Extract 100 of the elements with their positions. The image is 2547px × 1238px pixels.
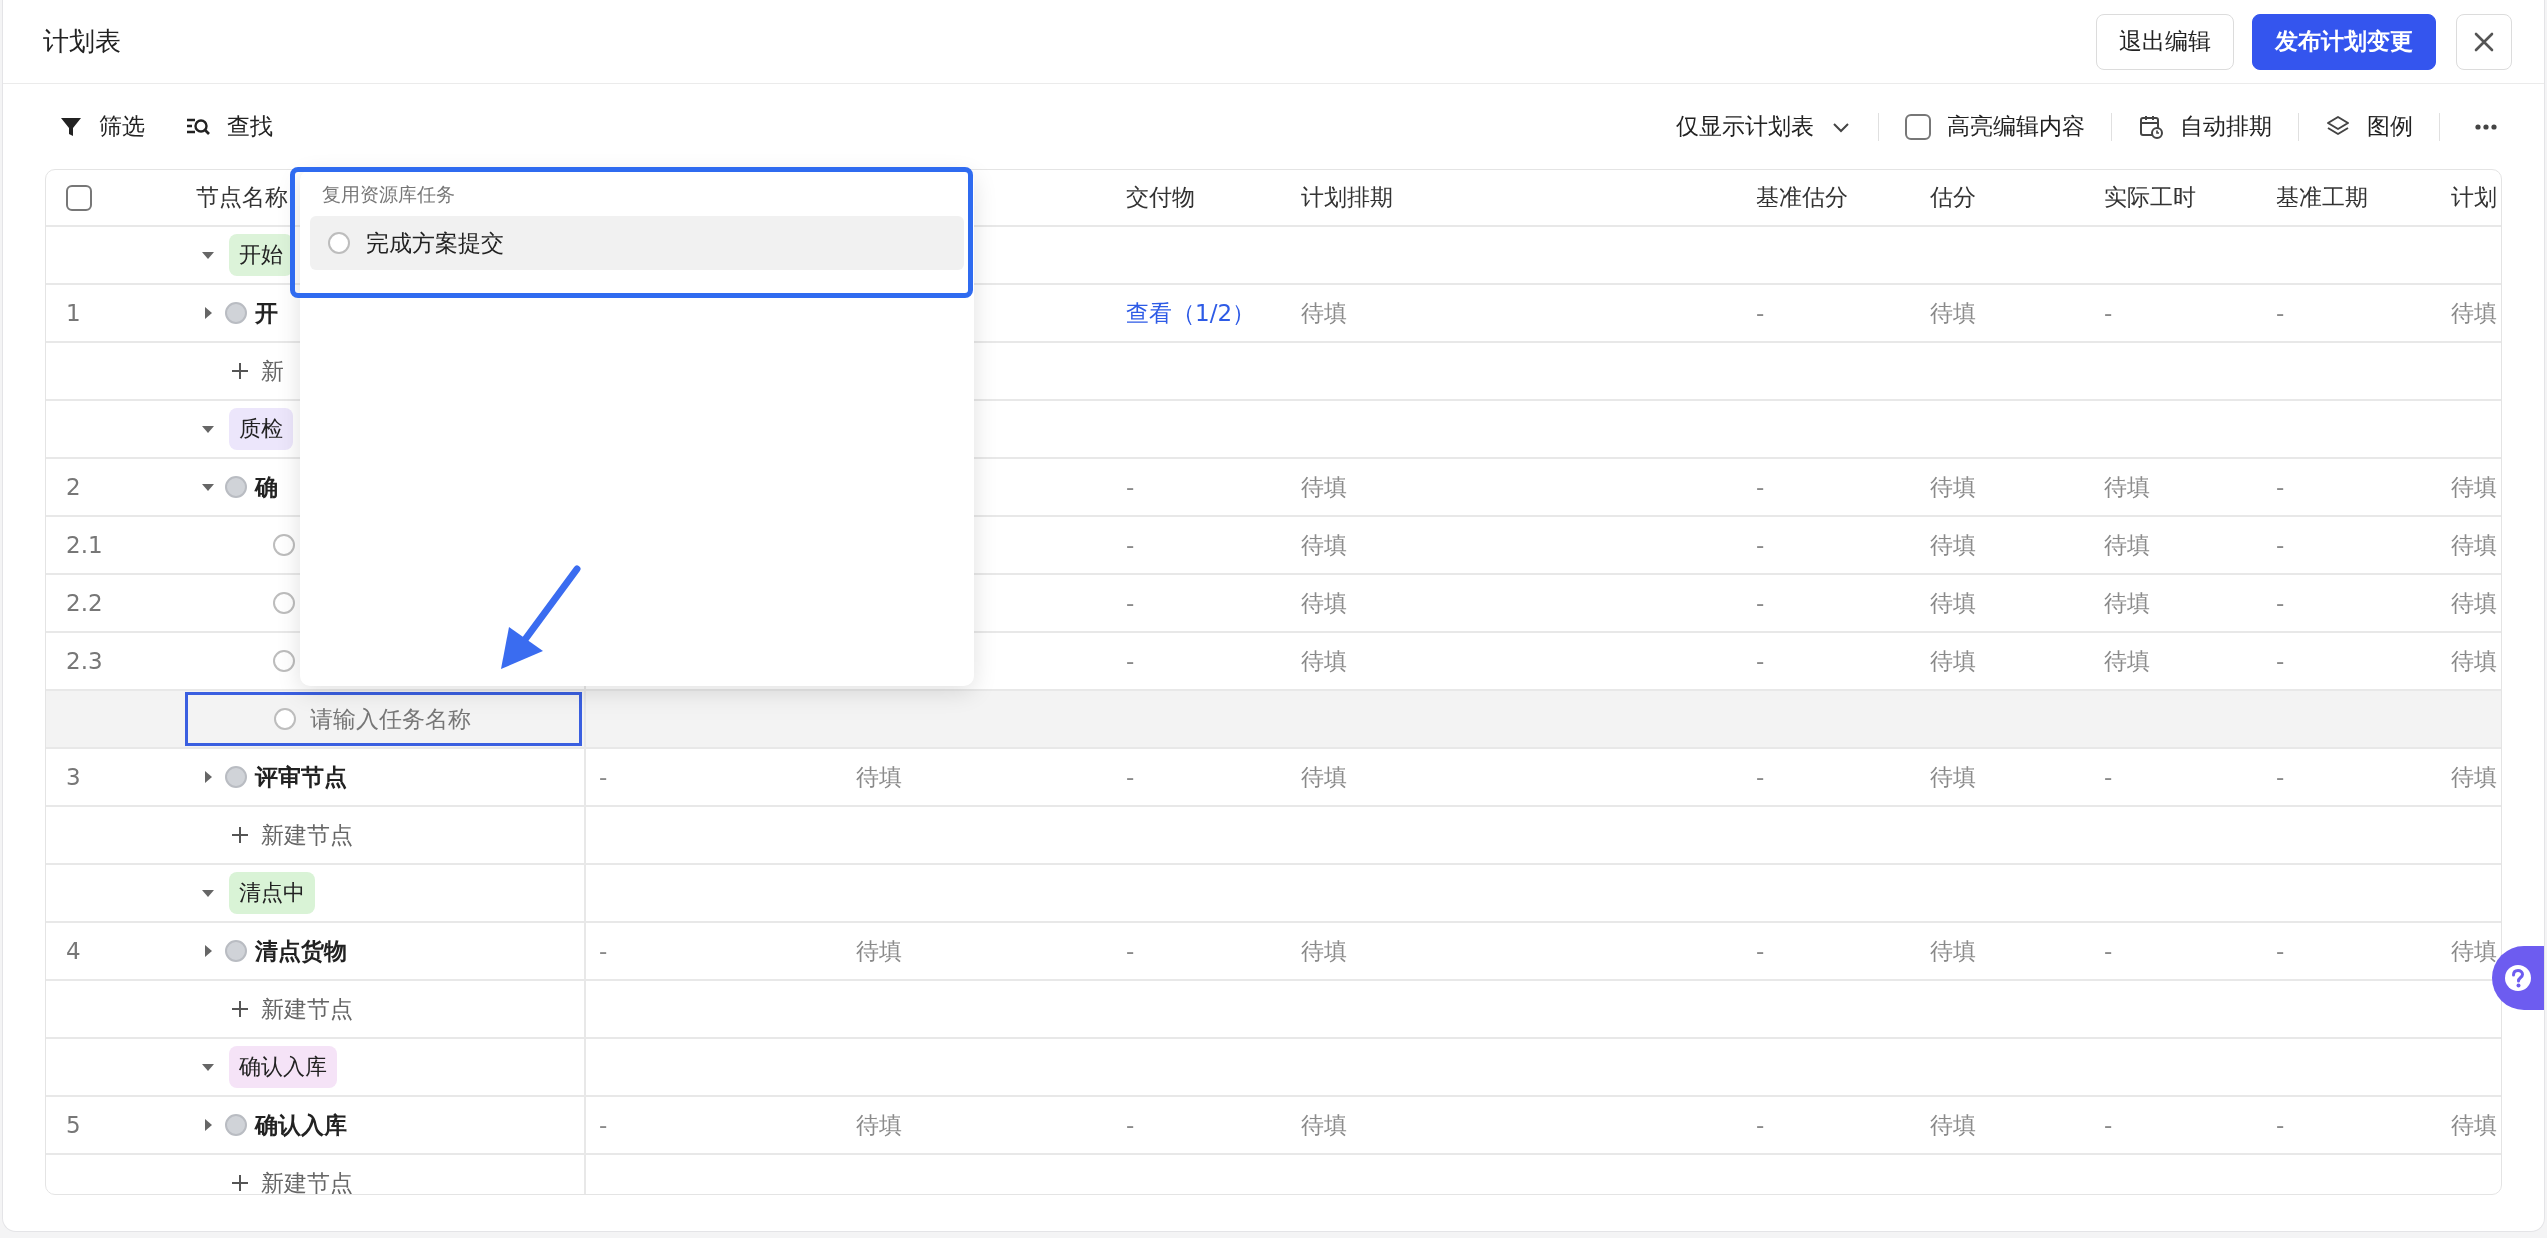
status-circle: [328, 232, 350, 254]
status-circle: [274, 708, 296, 730]
section-title: 复用资源库任务: [321, 182, 456, 207]
row-number: 4: [66, 938, 81, 964]
row-number: 5: [66, 1112, 81, 1138]
row-number: 1: [66, 300, 81, 326]
select-all-checkbox[interactable]: [66, 184, 92, 211]
table-cell-text: 待填: [1301, 530, 1347, 560]
table-cell-text: 待填: [1301, 1110, 1347, 1140]
new-node-button[interactable]: 新建节点: [231, 819, 353, 851]
table-cell: -: [1756, 590, 1765, 616]
legend-button[interactable]: 图例: [2325, 111, 2413, 142]
column-header: 节点名称: [196, 183, 288, 212]
table-cell: -: [2104, 300, 2113, 326]
task-name-input[interactable]: 请输入任务名称: [310, 706, 560, 732]
table-cell-text: 待填: [856, 1110, 902, 1140]
column-header: 实际工时: [2104, 183, 2196, 212]
status-dot: [225, 476, 247, 498]
table-cell-text: 待填: [2104, 646, 2150, 676]
status-circle: [273, 650, 295, 672]
plus-icon: [231, 362, 249, 380]
table-cell-text: 待填: [2451, 1110, 2497, 1140]
table-cell: -: [2276, 300, 2285, 326]
menu-item[interactable]: 完成方案提交: [310, 216, 964, 270]
table-cell: -: [1756, 938, 1765, 964]
table-cell-text: 待填: [1301, 588, 1347, 618]
column-header: 估分: [1930, 183, 1976, 212]
column-header: 交付物: [1126, 183, 1195, 212]
table-cell-text: 待填: [2451, 762, 2497, 792]
table-cell: -: [2104, 938, 2113, 964]
table-cell-text: 待填: [856, 762, 902, 792]
table-cell-text: 待填: [2104, 530, 2150, 560]
row-number: 2.1: [66, 532, 103, 558]
stage-tag: 确认入库: [229, 1046, 337, 1088]
table-cell: -: [2276, 474, 2285, 500]
table-cell: -: [599, 764, 608, 790]
exit-edit-button[interactable]: 退出编辑: [2096, 13, 2234, 70]
node-name: 评审节点: [255, 762, 347, 792]
task-name-field[interactable]: 请输入任务名称: [185, 692, 582, 746]
table-cell-text: 待填: [1930, 762, 1976, 792]
table-cell-text: 待填: [1930, 646, 1976, 676]
table-cell-text: 待填: [1930, 1110, 1976, 1140]
table-cell: -: [599, 1112, 608, 1138]
close-icon: [2473, 30, 2495, 53]
table-cell: -: [1126, 938, 1135, 964]
auto-schedule-button[interactable]: 自动排期: [2138, 111, 2272, 142]
table-cell: -: [2276, 590, 2285, 616]
filter-button[interactable]: 筛选: [59, 111, 145, 142]
table-cell: -: [2276, 938, 2285, 964]
help-icon: [2503, 963, 2533, 993]
table-cell: -: [1756, 474, 1765, 500]
table-cell: -: [2276, 532, 2285, 558]
table-cell: -: [1756, 532, 1765, 558]
table-cell-text: 待填: [1930, 588, 1976, 618]
table-cell: -: [2276, 764, 2285, 790]
table-cell-text: 待填: [2451, 298, 2497, 328]
table-cell-text: 待填: [1301, 472, 1347, 502]
stage-tag: 开始: [229, 234, 293, 276]
row-number: 2.2: [66, 590, 103, 616]
new-node-button[interactable]: 新建节点: [231, 1167, 353, 1194]
plus-icon: [231, 1174, 249, 1192]
table-cell-text: 待填: [1930, 298, 1976, 328]
table-cell: -: [1126, 1112, 1135, 1138]
deliverable-link[interactable]: 查看（1/2）: [1126, 297, 1255, 329]
row-number: 2: [66, 474, 81, 500]
table-cell-text: 待填: [2104, 588, 2150, 618]
plus-icon: [231, 826, 249, 844]
table-cell-text: 待填: [1301, 762, 1347, 792]
table-cell-text: 待填: [1301, 646, 1347, 676]
new-node-button[interactable]: 新建节点: [231, 993, 353, 1025]
table-cell: -: [1756, 300, 1765, 326]
status-dot: [225, 940, 247, 962]
find-button[interactable]: 查找: [185, 111, 273, 142]
status-circle: [273, 592, 295, 614]
table-cell: -: [2104, 1112, 2113, 1138]
checkbox-label: 高亮编辑内容: [1947, 112, 2085, 141]
column-header: 计划: [2451, 183, 2497, 212]
table-cell: -: [2276, 648, 2285, 674]
table-cell-text: 待填: [2451, 588, 2497, 618]
checkbox[interactable]: [1905, 113, 1931, 140]
stage-tag: 清点中: [229, 872, 315, 914]
calendar-clock-icon: [2138, 113, 2164, 140]
table-cell-text: 待填: [1930, 472, 1976, 502]
status-circle: [273, 534, 295, 556]
table-cell-text: 待填: [2104, 472, 2150, 502]
table-cell: -: [1126, 590, 1135, 616]
row-number: 3: [66, 764, 81, 790]
table-cell-text: 待填: [2451, 936, 2497, 966]
view-select[interactable]: 仅显示计划表: [1676, 111, 1852, 142]
column-header: 计划排期: [1301, 183, 1393, 212]
row-number: 2.3: [66, 648, 103, 674]
column-header: 基准工期: [2276, 183, 2368, 212]
table-cell-text: 待填: [1301, 298, 1347, 328]
close-button[interactable]: [2456, 13, 2512, 70]
table-cell-text: 待填: [2451, 646, 2497, 676]
publish-button[interactable]: 发布计划变更: [2252, 13, 2436, 70]
new-node-button[interactable]: 新: [231, 355, 284, 387]
node-name: 清点货物: [255, 936, 347, 966]
table-cell-text: 待填: [1930, 936, 1976, 966]
table-cell-text: 待填: [2451, 530, 2497, 560]
